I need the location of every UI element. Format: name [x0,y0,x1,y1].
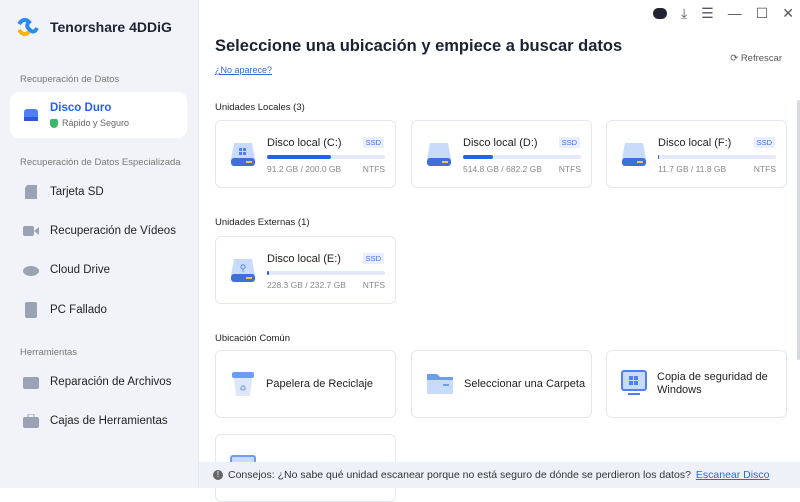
external-drives-header: Unidades Externas (1) [215,217,310,228]
toolbox-icon [22,413,40,429]
card-label: Papelera de Reciclaje [266,378,374,390]
ssd-badge: SSD [558,137,580,148]
sidebar-item-video[interactable]: Recuperación de Vídeos [10,212,187,250]
drive-card[interactable]: Disco local (D:) SSD 514.8 GB / 682.2 GB… [411,120,592,188]
assistant-icon[interactable] [652,8,667,19]
file-system: NTFS [558,164,581,174]
app-logo: Tenorshare 4DDiG [16,16,172,38]
section-label: Recuperación de Datos [20,74,120,85]
sidebar: Tenorshare 4DDiG Recuperación de Datos D… [0,0,199,488]
drive-name: Disco local (E:) [267,253,341,265]
section-label: Herramientas [20,347,78,358]
sidebar-item-label: Reparación de Archivos [50,376,172,388]
folder-icon [426,370,454,399]
maximize-icon[interactable]: ☐ [756,5,769,22]
drive-name: Disco local (F:) [658,137,732,149]
windows-backup-card[interactable]: Copia de seguridad de Windows [606,350,787,418]
recycle-bin-card[interactable]: ♻ Papelera de Reciclaje [215,350,396,418]
window-controls: ⤓ ☰ — ☐ ✕ [652,5,794,22]
not-shown-link[interactable]: ¿No aparece? [215,65,272,75]
svg-text:♻: ♻ [239,384,246,393]
sidebar-item-label: PC Fallado [50,304,107,316]
usb-drive-icon: ⚲ [230,257,256,290]
main-panel: ⤓ ☰ — ☐ ✕ Seleccione una ubicación y emp… [199,0,800,502]
drive-card[interactable]: Disco local (C:) SSD 91.2 GB / 200.0 GB … [215,120,396,188]
minimize-icon[interactable]: — [728,5,742,22]
drive-card[interactable]: Disco local (F:) SSD 11.7 GB / 11.8 GB N… [606,120,787,188]
app-name: Tenorshare 4DDiG [50,19,172,35]
sd-card-icon [22,184,40,200]
recycle-bin-icon: ♻ [230,368,256,401]
drive-size: 514.8 GB / 682.2 GB [463,164,542,174]
hard-drive-icon [230,141,256,174]
sidebar-item-repair[interactable]: Reparación de Archivos [10,363,187,401]
drive-card[interactable]: ⚲ Disco local (E:) SSD 228.3 GB / 232.7 … [215,236,396,304]
sidebar-item-label: Tarjeta SD [50,186,104,198]
svg-text:⚲: ⚲ [240,263,247,273]
hard-drive-icon [22,107,40,123]
ssd-badge: SSD [753,137,775,148]
sidebar-item-label: Cajas de Herramientas [50,415,168,427]
usage-bar [658,155,776,159]
sidebar-item-label: Cloud Drive [50,264,111,276]
drive-name: Disco local (D:) [463,137,538,149]
close-icon[interactable]: ✕ [782,5,794,22]
usage-bar-fill [267,155,331,159]
sidebar-item-label: Disco Duro [50,102,112,114]
sidebar-item-disco-duro[interactable]: Disco Duro Rápido y Seguro [10,92,187,138]
refresh-button[interactable]: ⟳ Refrescar [730,53,782,64]
cloud-icon [22,262,40,278]
usage-bar [267,271,385,275]
usage-bar [463,155,581,159]
shield-icon [50,118,58,128]
sidebar-item-sd[interactable]: Tarjeta SD [10,173,187,211]
tip-bar: ! Consejos: ¿No sabe qué unidad escanear… [199,462,800,488]
scan-disk-link[interactable]: Escanear Disco [696,469,770,481]
sidebar-item-label: Recuperación de Vídeos [50,225,176,237]
drive-name: Disco local (C:) [267,137,342,149]
common-locations-header: Ubicación Común [215,333,290,344]
sidebar-item-toolbox[interactable]: Cajas de Herramientas [10,402,187,440]
menu-icon[interactable]: ☰ [701,5,714,22]
drive-size: 228.3 GB / 232.7 GB [267,280,346,290]
info-icon: ! [213,470,223,480]
refresh-icon: ⟳ [730,53,741,64]
windows-monitor-icon [621,369,647,400]
tip-text: Consejos: ¿No sabe qué unidad escanear p… [228,469,691,481]
logo-icon [17,17,39,37]
usage-bar-fill [658,155,660,159]
hard-drive-icon [621,141,647,174]
select-folder-card[interactable]: Seleccionar una Carpeta [411,350,592,418]
usage-bar [267,155,385,159]
local-drives-header: Unidades Locales (3) [215,102,305,113]
card-label: Copia de seguridad de Windows [657,371,768,396]
file-system: NTFS [753,164,776,174]
refresh-label: Refrescar [740,53,782,64]
page-title: Seleccione una ubicación y empiece a bus… [215,37,623,55]
ssd-badge: SSD [362,137,384,148]
drive-size: 91.2 GB / 200.0 GB [267,164,342,174]
usage-bar-fill [267,271,270,275]
video-icon [22,223,40,239]
sidebar-item-pc[interactable]: PC Fallado [10,291,187,329]
file-repair-icon [22,374,40,390]
hard-drive-icon [426,141,452,174]
ssd-badge: SSD [362,253,384,264]
section-label: Recuperación de Datos Especializada [20,157,181,168]
card-label: Seleccionar una Carpeta [464,378,586,390]
drive-size: 11.7 GB / 11.8 GB [658,164,727,174]
sidebar-item-subtitle: Rápido y Seguro [62,118,130,128]
file-system: NTFS [362,280,385,290]
usage-bar-fill [463,155,493,159]
download-icon[interactable]: ⤓ [681,5,687,22]
file-system: NTFS [362,164,385,174]
sidebar-item-cloud[interactable]: Cloud Drive [10,251,187,289]
pc-icon [22,302,40,318]
